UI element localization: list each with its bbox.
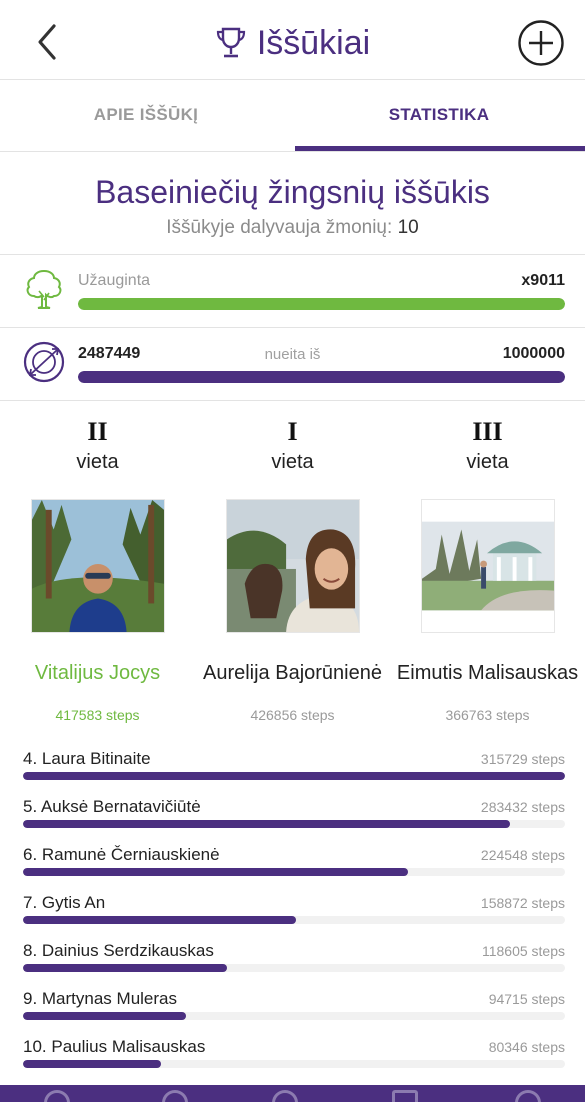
ranking-name: 8. Dainius Serdzikauskas	[23, 941, 214, 960]
ranking-name: 10. Paulius Malisauskas	[23, 1037, 206, 1056]
place-label: vieta	[271, 451, 314, 473]
ranking-steps: 94715 steps	[488, 991, 565, 1007]
ranking-progress-bar	[23, 772, 565, 780]
ranking-row[interactable]: 10. Paulius Malisauskas 80346 steps	[0, 1029, 585, 1077]
ranking-progress-bar	[23, 1012, 565, 1020]
trophy-icon	[216, 27, 245, 58]
trees-label: Užauginta	[78, 272, 151, 289]
podium-second-place[interactable]: II vieta Vitalijus Jocys 417583 steps	[0, 417, 195, 723]
challenge-summary: Baseiniečių žingsnių iššūkis Iššūkyje da…	[0, 152, 585, 255]
participants-label: Iššūkyje dalyvauja žmonių:	[166, 217, 393, 238]
tab-statistics[interactable]: STATISTIKA	[293, 80, 585, 150]
ranking-progress-fill	[23, 916, 296, 924]
podium-third-place[interactable]: III vieta Eimutis Malisauskas 366763 ste…	[390, 417, 585, 723]
ranking-row[interactable]: 8. Dainius Serdzikauskas 118605 steps	[0, 933, 585, 981]
trees-progress-fill	[78, 298, 565, 310]
app-header: Iššūkiai	[0, 0, 585, 80]
steps-goal-stat: 2487449 nueita iš 1000000	[0, 328, 585, 401]
ranking-name: 5. Auksė Bernatavičiūtė	[23, 797, 201, 816]
podium: II vieta Vitalijus Jocys 417583 steps I …	[0, 401, 585, 741]
place-label: vieta	[466, 451, 509, 473]
ranking-progress-fill	[23, 1060, 161, 1068]
steps-goal: 1000000	[502, 345, 565, 362]
ranking-row[interactable]: 4. Laura Bitinaite 315729 steps	[0, 741, 585, 789]
ranking-progress-bar	[23, 916, 565, 924]
podium-name: Eimutis Malisauskas	[396, 661, 579, 684]
ranking-steps: 158872 steps	[480, 895, 565, 911]
tab-bar: APIE IŠŠŪKĮ STATISTIKA	[0, 80, 585, 152]
ranking-row[interactable]: 6. Ramunė Černiauskienė 224548 steps	[0, 837, 585, 885]
ranking-steps: 315729 steps	[480, 751, 565, 767]
ranking-name: 4. Laura Bitinaite	[23, 749, 151, 768]
ranking-progress-bar	[23, 1060, 565, 1068]
challenge-title: Baseiniečių žingsnių iššūkis	[95, 174, 490, 210]
active-tab-indicator	[295, 146, 585, 151]
steps-middle-label: nueita iš	[264, 346, 321, 363]
trees-stat: Užauginta x9011	[0, 255, 585, 328]
ranking-steps: 224548 steps	[480, 847, 565, 863]
place-label: vieta	[76, 451, 119, 473]
steps-progress-bar	[78, 371, 565, 383]
nav-item-icon[interactable]	[272, 1090, 298, 1102]
ranking-name: 9. Martynas Muleras	[23, 989, 177, 1008]
trees-progress-bar	[78, 298, 565, 310]
place-roman: III	[472, 417, 503, 446]
avatar	[225, 499, 360, 633]
podium-name: Vitalijus Jocys	[34, 661, 161, 684]
podium-first-place[interactable]: I vieta Aurelija Bajorūnienė 426856 step…	[195, 417, 390, 723]
ranking-row[interactable]: 5. Auksė Bernatavičiūtė 283432 steps	[0, 789, 585, 837]
header-title-group: Iššūkiai	[0, 20, 585, 66]
ranking-row[interactable]: 7. Gytis An 158872 steps	[0, 885, 585, 933]
tree-icon	[26, 269, 62, 309]
bottom-navigation-bar[interactable]	[0, 1085, 585, 1102]
ranking-name: 7. Gytis An	[23, 893, 106, 912]
avatar	[420, 499, 555, 633]
ranking-progress-fill	[23, 868, 409, 876]
podium-name: Aurelija Bajorūnienė	[202, 661, 382, 684]
ranking-name: 6. Ramunė Černiauskienė	[23, 845, 220, 864]
ranking-steps: 283432 steps	[480, 799, 565, 815]
nav-item-icon[interactable]	[44, 1090, 70, 1102]
ranking-progress-bar	[23, 820, 565, 828]
nav-item-icon[interactable]	[515, 1090, 541, 1102]
ranking-progress-bar	[23, 964, 565, 972]
place-roman: II	[87, 417, 108, 446]
nav-item-icon[interactable]	[162, 1090, 188, 1102]
avatar	[30, 499, 165, 633]
page-title: Iššūkiai	[256, 23, 371, 62]
ranking-progress-fill	[23, 964, 227, 972]
ranking-steps: 118605 steps	[481, 943, 565, 959]
ranking-progress-fill	[23, 1012, 186, 1020]
ranking-progress-bar	[23, 868, 565, 876]
nav-item-icon[interactable]	[392, 1090, 418, 1102]
participants-count: 10	[397, 217, 419, 238]
steps-progress-fill	[78, 371, 565, 383]
trees-value: x9011	[521, 272, 565, 289]
podium-steps: 417583 steps	[55, 707, 140, 723]
podium-steps: 426856 steps	[250, 707, 335, 723]
participants-line: Iššūkyje dalyvauja žmonių: 10	[0, 217, 585, 239]
ranking-progress-fill	[23, 772, 565, 780]
place-roman: I	[287, 417, 298, 446]
ranking-steps: 80346 steps	[488, 1039, 565, 1055]
tab-about-challenge[interactable]: APIE IŠŠŪKĮ	[0, 80, 292, 150]
plus-circle-icon[interactable]	[517, 19, 565, 67]
ranking-progress-fill	[23, 820, 510, 828]
ranking-row[interactable]: 9. Martynas Muleras 94715 steps	[0, 981, 585, 1029]
podium-steps: 366763 steps	[445, 707, 530, 723]
